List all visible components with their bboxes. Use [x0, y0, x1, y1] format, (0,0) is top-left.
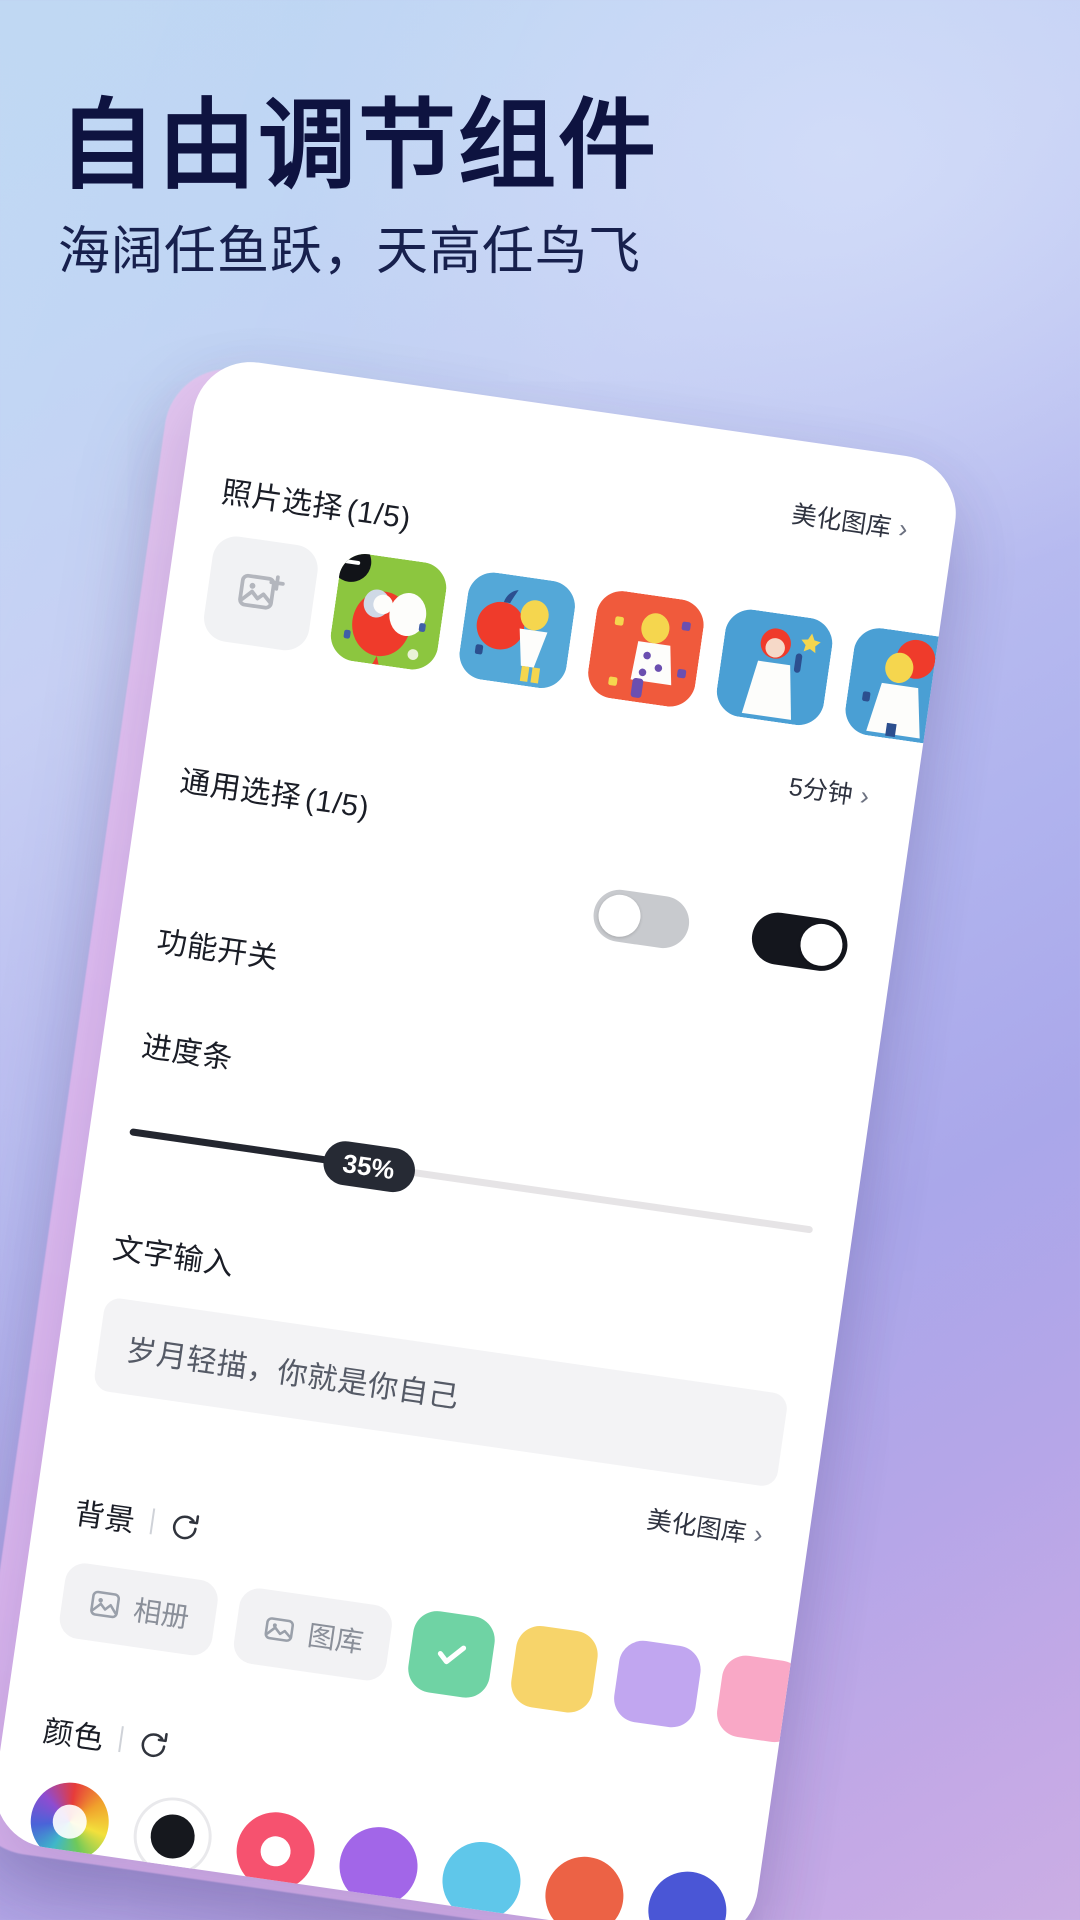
background-section-label: 背景 [72, 1497, 138, 1539]
thumb-candle-blue-art [713, 606, 836, 729]
photo-thumb-4[interactable] [713, 606, 836, 729]
color-section-label: 颜色 [40, 1715, 107, 1757]
divider [149, 1508, 156, 1535]
swatch-pink[interactable] [713, 1652, 807, 1746]
gallery-button[interactable]: 图库 [231, 1585, 395, 1684]
text-input-label: 文字输入 [110, 1232, 237, 1283]
progress-slider[interactable]: 35% [126, 1104, 817, 1256]
color-orange[interactable] [540, 1851, 629, 1920]
toggle-knob [797, 921, 846, 969]
album-button[interactable]: 相册 [57, 1560, 221, 1658]
image-add-icon [238, 573, 285, 610]
photo-thumb-2[interactable] [456, 569, 579, 692]
top-beautify-gallery-label: 美化图库 [789, 500, 893, 543]
swatch-purple[interactable] [610, 1637, 704, 1731]
phone-stage: 美化图库 › 照片选择 (1/5) 5分钟 › 通用选择 (1/5) 功能开关 … [0, 0, 1080, 1920]
reset-icon[interactable] [167, 1508, 203, 1544]
general-section-count: (1/5) [303, 782, 372, 825]
beautify-gallery-label: 美化图库 [644, 1506, 748, 1549]
chevron-right-icon: › [897, 512, 910, 544]
progress-value-badge[interactable]: 35% [320, 1138, 418, 1195]
divider [118, 1726, 124, 1753]
reset-icon[interactable] [136, 1726, 172, 1762]
chevron-right-icon: › [858, 779, 872, 811]
page-title: 自由调节组件 [58, 90, 659, 200]
progress-section: 进度条 35% [126, 1021, 829, 1256]
color-section: 颜色 [25, 1706, 835, 1920]
photo-thumb-1[interactable] [327, 550, 450, 673]
photo-icon [90, 1590, 121, 1619]
gallery-icon [264, 1617, 295, 1642]
toggle-off[interactable] [590, 886, 693, 952]
progress-section-label: 进度条 [139, 1030, 235, 1076]
duration-label: 5分钟 [787, 772, 855, 810]
poster-headline: 自由调节组件 海阔任鱼跃，天高任鸟飞 [58, 90, 1018, 281]
photo-thumb-3[interactable] [584, 587, 708, 710]
thumb-apple-blue-art [456, 569, 579, 692]
phone-device: 美化图库 › 照片选择 (1/5) 5分钟 › 通用选择 (1/5) 功能开关 … [0, 354, 964, 1920]
thumb-confetti-red-art [584, 587, 708, 710]
thumb-apple-girl-blue-art [842, 624, 964, 748]
swatch-yellow[interactable] [508, 1622, 601, 1716]
check-icon [437, 1645, 467, 1665]
general-section-label: 通用选择 [177, 764, 304, 815]
image-add-button[interactable] [200, 533, 321, 654]
color-indigo[interactable] [643, 1866, 732, 1920]
toggle-knob [595, 892, 644, 940]
color-teal[interactable] [746, 1881, 835, 1920]
swatch-green[interactable] [405, 1607, 498, 1701]
album-button-label: 相册 [131, 1594, 192, 1634]
photo-section-count: (1/5) [344, 493, 413, 536]
page-subtitle: 海阔任鱼跃，天高任鸟飞 [58, 222, 642, 281]
photo-thumb-5[interactable] [842, 624, 964, 748]
switch-section-label: 功能开关 [154, 925, 281, 976]
photo-section-label: 照片选择 [219, 475, 345, 526]
font-section-label: 字体 [10, 1916, 77, 1920]
gallery-button-label: 图库 [305, 1619, 366, 1659]
toggle-on[interactable] [748, 909, 851, 975]
chevron-right-icon: › [752, 1517, 765, 1549]
